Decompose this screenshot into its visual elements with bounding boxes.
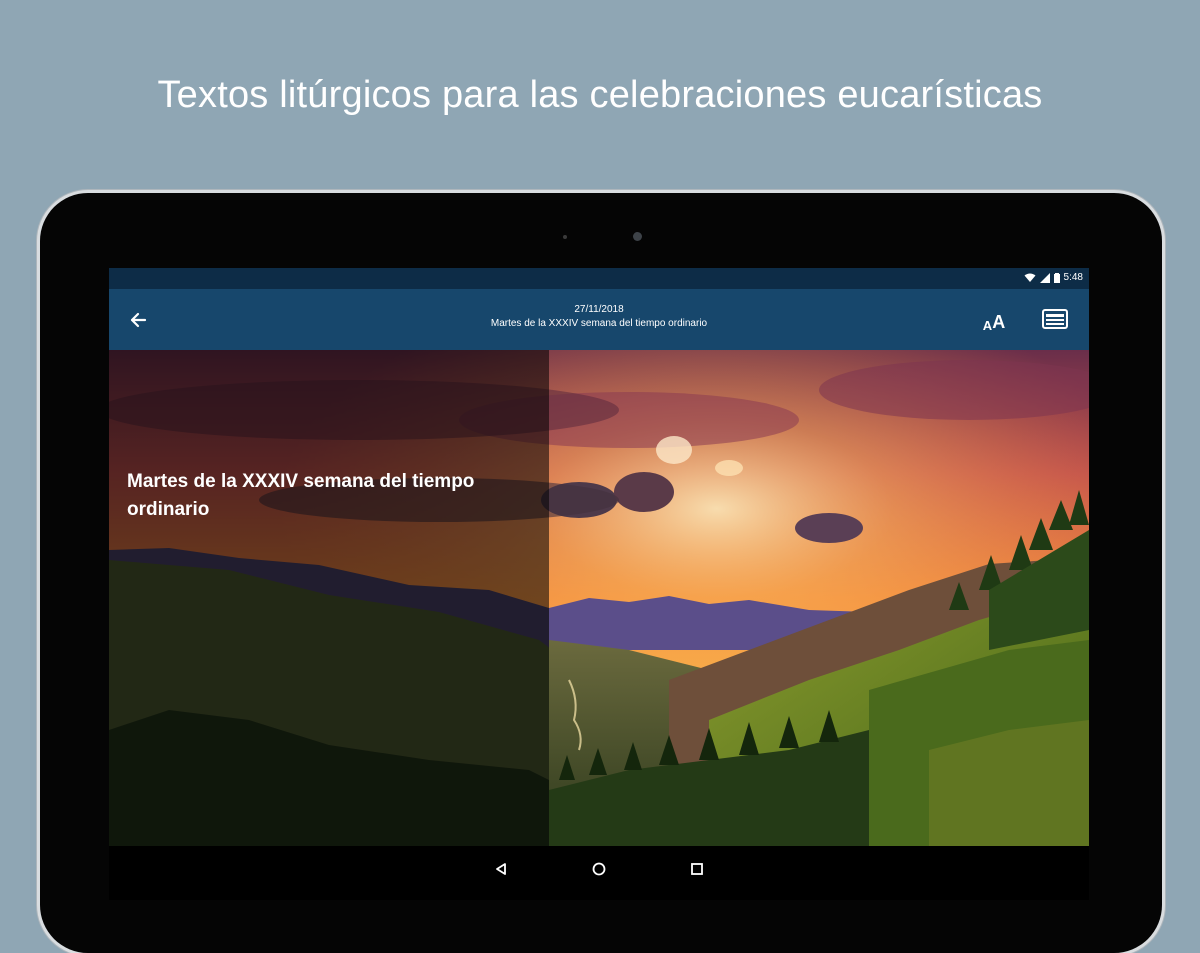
recents-square-icon [691,863,703,875]
back-triangle-icon [496,863,506,875]
reader-mode-button[interactable] [1041,307,1069,331]
signal-icon [1039,272,1050,283]
headline: Textos litúrgicos para las celebraciones… [157,74,1043,116]
title-overlay: Martes de la XXXIV semana del tiempo ord… [109,350,549,846]
tablet-screen: 5:48 27/11/2018 Martes de la XXXIV seman… [109,268,1089,900]
app-bar-titles: 27/11/2018 Martes de la XXXIV semana del… [349,303,849,331]
status-time: 5:48 [1063,272,1083,283]
font-size-label-big: A [992,312,1006,332]
arrow-back-icon [130,312,147,328]
back-button[interactable] [123,305,153,335]
font-size-label-small: A [982,318,993,333]
home-circle-icon [592,862,606,876]
font-size-button[interactable]: AA [977,307,1011,333]
content-area: Martes de la XXXIV semana del tiempo ord… [109,350,1089,846]
celebration-title: Martes de la XXXIV semana del tiempo ord… [127,471,475,520]
app-bar: 27/11/2018 Martes de la XXXIV semana del… [109,289,1089,350]
battery-icon [1053,272,1060,283]
app-bar-subtitle: Martes de la XXXIV semana del tiempo ord… [490,318,708,329]
navigation-bar [109,846,1089,900]
book-icon [1042,309,1068,329]
nav-back-button[interactable] [486,854,516,884]
wifi-icon [1024,273,1036,282]
nav-home-button[interactable] [584,854,614,884]
front-camera [633,232,642,241]
nav-recents-button[interactable] [682,854,712,884]
app-bar-date: 27/11/2018 [574,304,624,315]
status-bar: 5:48 [109,268,1089,289]
sensor-dot [563,235,567,239]
